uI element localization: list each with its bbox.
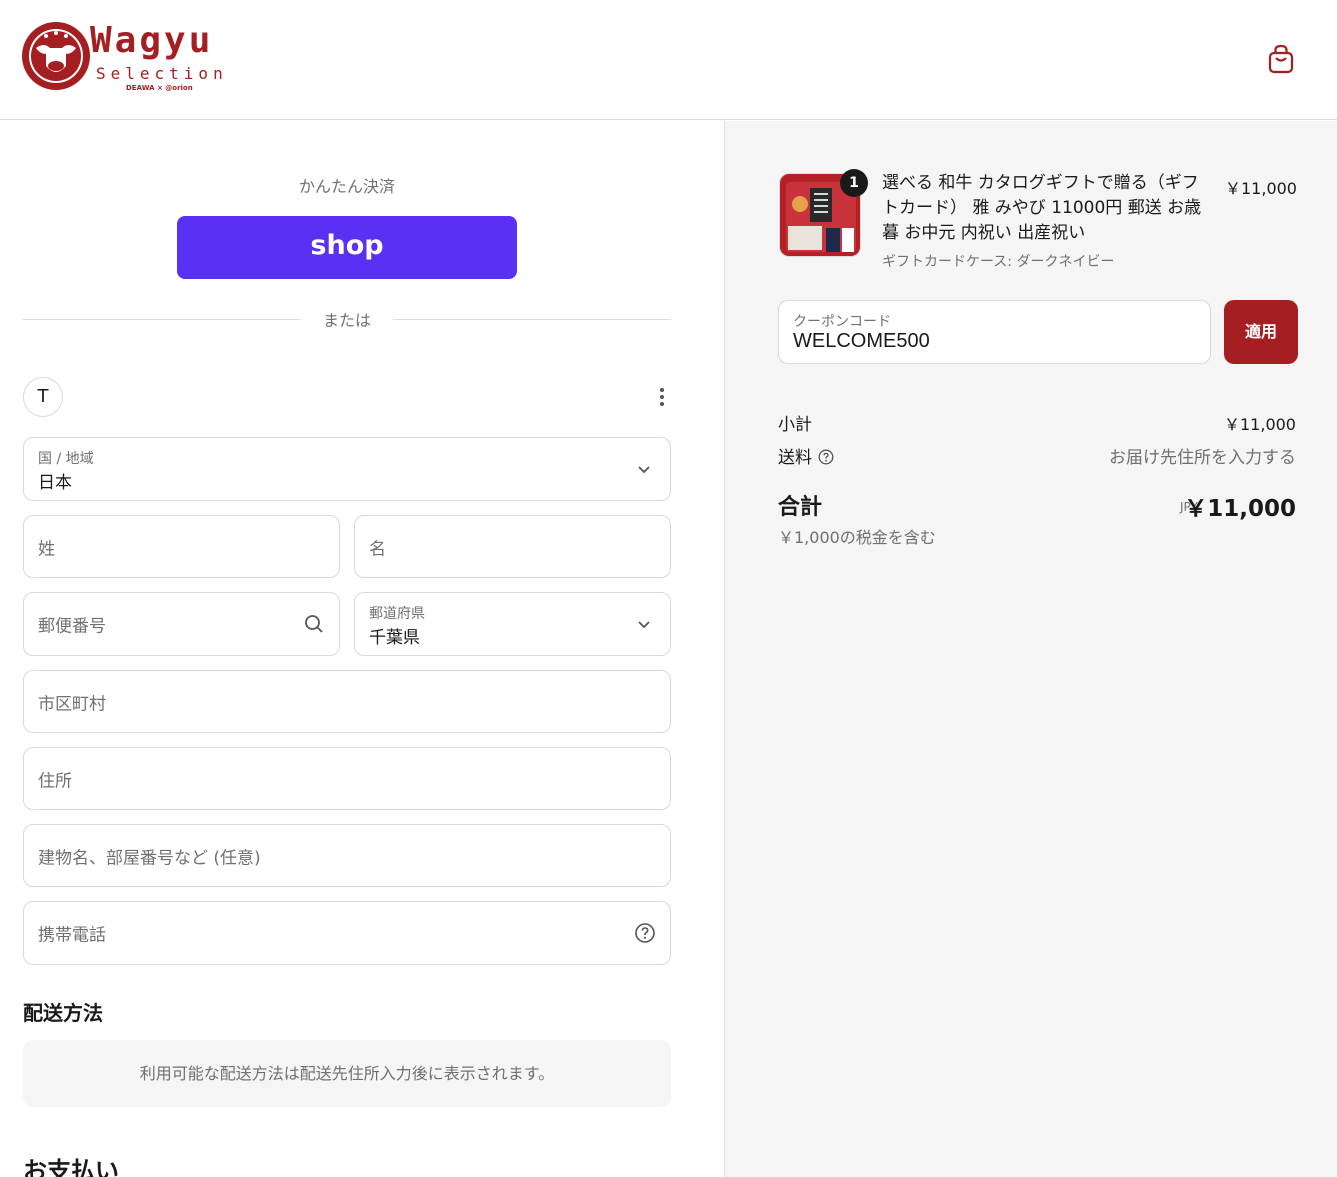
more-vertical-icon[interactable] (650, 385, 674, 409)
chevron-down-icon (638, 466, 650, 474)
prefecture-select[interactable]: 郵道府県 千葉県 (354, 592, 671, 656)
apply-coupon-button[interactable]: 適用 (1224, 300, 1298, 364)
shopping-bag-icon[interactable] (1264, 42, 1298, 76)
help-icon[interactable] (634, 922, 656, 944)
last-name-placeholder: 姓 (38, 539, 55, 559)
payment-title: お支払い (23, 1157, 119, 1177)
logo-subtitle: Selection (96, 64, 228, 83)
shipping-cost-value: お届け先住所を入力する (1109, 448, 1296, 468)
phone-field[interactable]: 携帯電話 (23, 901, 671, 965)
coupon-code-field[interactable]: クーポンコード WELCOME500 (778, 300, 1211, 364)
phone-placeholder: 携帯電話 (38, 925, 106, 946)
cow-logo-icon (22, 22, 90, 90)
checkout-form-column: かんたん決済 shop または T 国 / 地域 日本 姓 名 郵便番号 郵道府… (0, 121, 724, 1177)
shop-pay-button[interactable]: shop (177, 216, 517, 279)
product-price: ￥11,000 (1225, 179, 1297, 198)
search-icon[interactable] (303, 613, 325, 635)
help-icon[interactable] (818, 449, 834, 465)
account-avatar[interactable]: T (23, 377, 63, 417)
logo-tagline: DEAWA × @orion (126, 84, 193, 92)
quantity-badge: 1 (840, 169, 868, 197)
postal-code-field[interactable]: 郵便番号 (23, 592, 340, 656)
or-label: または (322, 311, 371, 330)
country-select[interactable]: 国 / 地域 日本 (23, 437, 671, 501)
address-field[interactable]: 住所 (23, 747, 671, 810)
shipping-cost-label: 送料 (778, 448, 812, 468)
coupon-label: クーポンコード (793, 314, 891, 330)
first-name-placeholder: 名 (369, 539, 386, 559)
country-value: 日本 (38, 473, 72, 493)
last-name-field[interactable]: 姓 (23, 515, 340, 578)
wagyu-selection-logo[interactable]: Wagyu Selection DEAWA × @orion (22, 20, 232, 98)
building-field[interactable]: 建物名、部屋番号など (任意) (23, 824, 671, 887)
total-label: 合計 (778, 495, 823, 520)
or-divider: または (23, 307, 671, 331)
city-field[interactable]: 市区町村 (23, 670, 671, 733)
prefecture-value: 千葉県 (369, 628, 420, 648)
coupon-value: WELCOME500 (793, 330, 930, 352)
express-checkout-label: かんたん決済 (298, 177, 395, 196)
order-summary-column: 1 選べる 和牛 カタログギフトで贈る（ギフトカード） 雅 みやび 11000円… (724, 121, 1337, 1177)
prefecture-label: 郵道府県 (369, 606, 425, 622)
total-value: ￥11,000 (1184, 496, 1296, 522)
country-label: 国 / 地域 (38, 451, 94, 467)
subtotal-value: ￥11,000 (1224, 415, 1296, 434)
product-name: 選べる 和牛 カタログギフトで贈る（ギフトカード） 雅 みやび 11000円 郵… (882, 173, 1202, 243)
tax-note: ￥1,000の税金を含む (778, 528, 936, 547)
chevron-down-icon (638, 621, 650, 629)
first-name-field[interactable]: 名 (354, 515, 671, 578)
shipping-cost-row: 送料 (778, 443, 834, 468)
city-placeholder: 市区町村 (38, 694, 106, 714)
logo-word: Wagyu (90, 20, 214, 61)
product-variant: ギフトカードケース: ダークネイビー (882, 254, 1115, 270)
building-placeholder: 建物名、部屋番号など (任意) (38, 848, 261, 868)
subtotal-label: 小計 (778, 415, 812, 435)
address-placeholder: 住所 (38, 771, 72, 791)
postal-code-placeholder: 郵便番号 (38, 616, 106, 637)
shipping-method-title: 配送方法 (23, 1001, 103, 1025)
site-header: Wagyu Selection DEAWA × @orion (0, 0, 1337, 120)
shipping-method-note: 利用可能な配送方法は配送先住所入力後に表示されます。 (23, 1040, 671, 1107)
